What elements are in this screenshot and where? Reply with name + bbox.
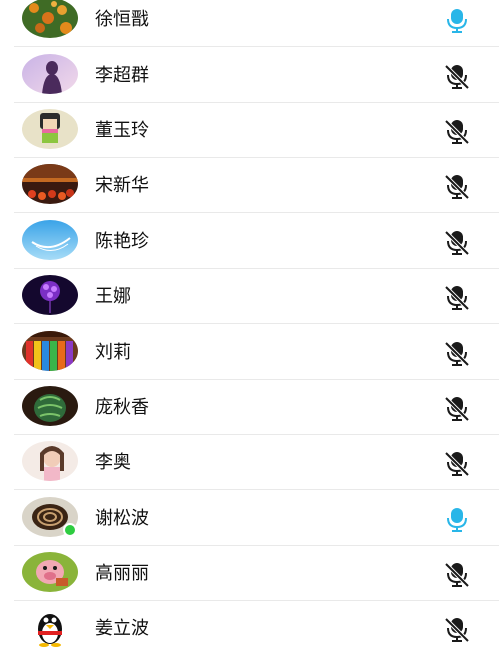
participant-name: 李超群 (95, 65, 149, 86)
participant-name: 姜立波 (95, 618, 149, 639)
participant-row[interactable]: 王娜 (0, 269, 499, 324)
row-divider (14, 323, 499, 324)
participant-name: 庞秋香 (95, 397, 149, 418)
participant-name: 高丽丽 (95, 563, 149, 584)
participant-name: 李奥 (95, 452, 131, 473)
mic-muted-icon[interactable] (442, 283, 472, 311)
participant-row[interactable]: 徐恒戬 (0, 0, 499, 47)
participant-row[interactable]: 董玉玲 (0, 103, 499, 158)
penguin-avatar (22, 607, 78, 647)
mic-muted-icon[interactable] (442, 172, 472, 200)
mic-active-icon[interactable] (442, 505, 472, 533)
participant-row[interactable]: 谢松波 (0, 491, 499, 546)
mic-muted-icon[interactable] (442, 560, 472, 588)
mic-muted-icon[interactable] (442, 394, 472, 422)
participant-row[interactable]: 刘莉 (0, 325, 499, 380)
participant-name: 陈艳珍 (95, 231, 149, 252)
mic-muted-icon[interactable] (442, 117, 472, 145)
participant-name: 王娜 (95, 286, 131, 307)
participant-row[interactable]: 宋新华 (0, 158, 499, 213)
girl-photo-avatar (22, 441, 78, 481)
colored-pencils-avatar (22, 331, 78, 371)
participant-name: 谢松波 (95, 508, 149, 529)
purple-flowers-avatar (22, 275, 78, 315)
purple-silhouette-avatar (22, 54, 78, 94)
mic-muted-icon[interactable] (442, 449, 472, 477)
watermelon-avatar (22, 386, 78, 426)
row-divider (14, 46, 499, 47)
participant-row[interactable]: 庞秋香 (0, 380, 499, 435)
participant-row[interactable]: 李超群 (0, 48, 499, 103)
participant-name: 董玉玲 (95, 120, 149, 141)
cartoon-girl-avatar (22, 109, 78, 149)
cartoon-pig-avatar (22, 552, 78, 592)
participant-name: 宋新华 (95, 175, 149, 196)
participant-row[interactable]: 高丽丽 (0, 546, 499, 601)
blue-sky-avatar (22, 220, 78, 260)
orange-tree-avatar (22, 0, 78, 38)
mic-active-icon[interactable] (442, 6, 472, 34)
row-divider (14, 212, 499, 213)
mic-muted-icon[interactable] (442, 228, 472, 256)
participant-name: 徐恒戬 (95, 9, 149, 30)
row-divider (14, 489, 499, 490)
participant-row[interactable]: 姜立波 (0, 601, 499, 656)
participant-row[interactable]: 李奥 (0, 435, 499, 490)
online-badge (63, 523, 77, 537)
mic-muted-icon[interactable] (442, 339, 472, 367)
participant-list: 徐恒戬 李超群 董玉玲 宋新华 陈艳珍 王娜 刘莉 庞秋香 李奥 谢松波 高丽丽… (0, 0, 499, 653)
mic-muted-icon[interactable] (442, 62, 472, 90)
participant-name: 刘莉 (95, 342, 131, 363)
participant-row[interactable]: 陈艳珍 (0, 214, 499, 269)
mic-muted-icon[interactable] (442, 615, 472, 643)
sunset-fruit-avatar (22, 164, 78, 204)
